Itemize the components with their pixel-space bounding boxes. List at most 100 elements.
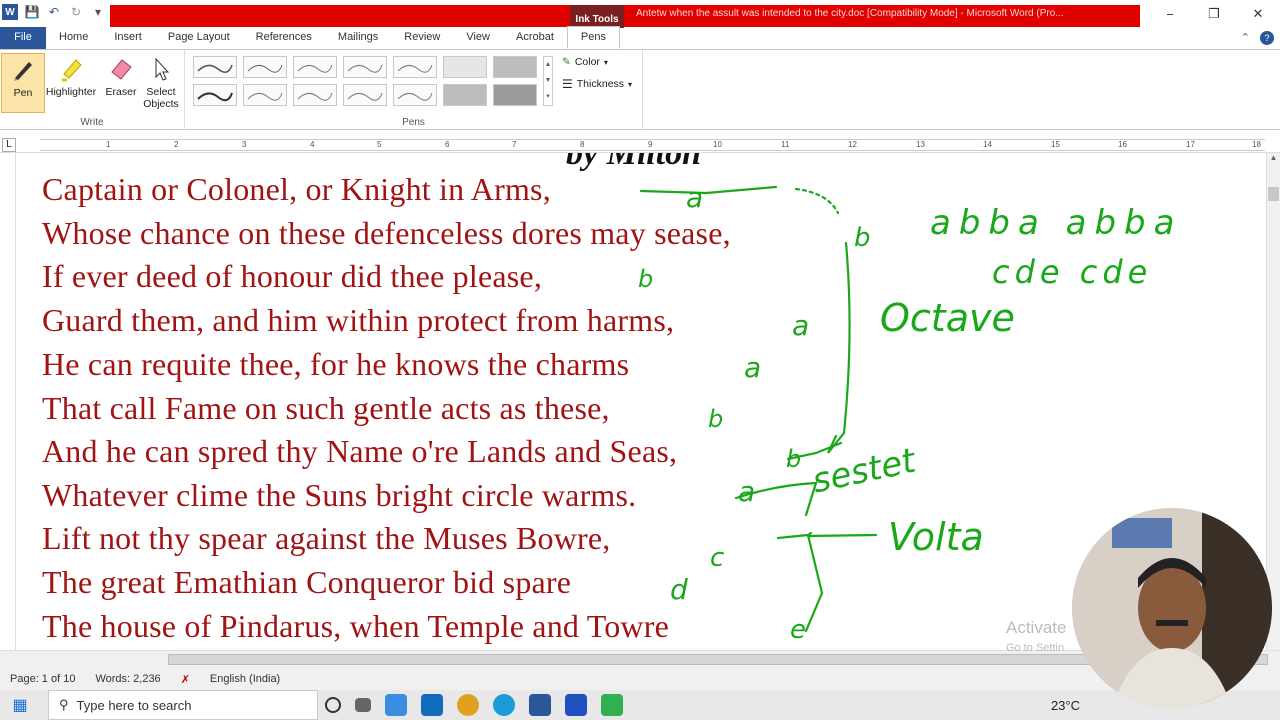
pen-style-11[interactable] xyxy=(343,84,387,106)
pen-style-12[interactable] xyxy=(393,84,437,106)
word-count[interactable]: Words: 2,236 xyxy=(85,673,170,685)
poem-line-3: If ever deed of honour did thee please, xyxy=(42,258,543,294)
pen-style-9[interactable] xyxy=(243,84,287,106)
sestet-label: sestet xyxy=(808,440,919,502)
tab-review[interactable]: Review xyxy=(391,27,453,49)
rhyme-letter-b4: b xyxy=(786,445,802,473)
tab-page-layout[interactable]: Page Layout xyxy=(155,27,243,49)
pen-style-10[interactable] xyxy=(293,84,337,106)
quick-access-toolbar: W 💾 ↶ ↻ ▾ xyxy=(0,4,106,20)
poem-line-5: He can requite thee, for he knows the ch… xyxy=(42,346,630,382)
pen-style-6[interactable] xyxy=(443,56,487,78)
rhyme-letter-b3: b xyxy=(708,405,724,433)
customize-qat-icon[interactable]: ▾ xyxy=(90,4,106,20)
highlighter-button[interactable]: Highlighter xyxy=(45,53,97,113)
copilot-icon[interactable] xyxy=(385,694,407,716)
ruler-number: 1 xyxy=(106,140,111,149)
horizontal-ruler[interactable]: L 1 2 3 4 5 6 7 8 9 10 11 12 13 14 15 16… xyxy=(0,137,1280,153)
ruler-number: 3 xyxy=(242,140,247,149)
chevron-down-icon: ▾ xyxy=(628,79,633,89)
window-title: Antetw when the assult was intended to t… xyxy=(636,8,1064,19)
rhyme-scheme-line-2: cde cde xyxy=(992,253,1153,291)
thickness-icon: ☰ xyxy=(562,77,573,91)
highlighter-icon xyxy=(62,59,82,82)
eraser-button[interactable]: Eraser xyxy=(99,53,143,113)
poem-line-6: That call Fame on such gentle acts as th… xyxy=(42,390,610,426)
gallery-scroll[interactable]: ▲ ▼ ▾ xyxy=(543,56,553,106)
vertical-scrollbar[interactable]: ▲ xyxy=(1266,153,1280,650)
windows-start-icon[interactable]: ▦ xyxy=(0,695,40,715)
cortana-icon[interactable] xyxy=(325,697,341,713)
tab-selector[interactable]: L xyxy=(2,138,16,152)
tab-pens[interactable]: Pens xyxy=(566,26,620,49)
tab-mailings[interactable]: Mailings xyxy=(325,27,391,49)
scroll-thumb[interactable] xyxy=(1268,187,1279,201)
page-count[interactable]: Page: 1 of 10 xyxy=(0,673,85,685)
outlook-icon[interactable] xyxy=(421,694,443,716)
status-bar: Page: 1 of 10 Words: 2,236 ✗ English (In… xyxy=(0,668,1280,690)
poem-line-1: Captain or Colonel, or Knight in Arms, xyxy=(42,171,551,207)
thickness-dropdown[interactable]: ☰ Thickness ▾ xyxy=(562,77,632,91)
rhyme-letter-a3: a xyxy=(744,351,762,384)
word-taskbar-icon[interactable] xyxy=(529,694,551,716)
chrome-icon[interactable] xyxy=(457,694,479,716)
volta-label: Volta xyxy=(888,515,984,559)
pen-style-4[interactable] xyxy=(343,56,387,78)
pens-group-label: Pens xyxy=(402,117,425,128)
tab-insert[interactable]: Insert xyxy=(101,27,155,49)
octave-label: Octave xyxy=(880,296,1015,340)
pen-style-1[interactable] xyxy=(193,56,237,78)
tab-references[interactable]: References xyxy=(243,27,325,49)
pen-style-8[interactable] xyxy=(193,84,237,106)
tab-view[interactable]: View xyxy=(453,27,503,49)
scroll-up-icon[interactable]: ▲ xyxy=(1267,153,1280,167)
minimize-button[interactable]: − xyxy=(1148,0,1192,28)
proofing-icon[interactable]: ✗ xyxy=(171,673,200,686)
ruler-number: 14 xyxy=(983,140,992,149)
title-bar: W 💾 ↶ ↻ ▾ Ink Tools Antetw when the assu… xyxy=(0,0,1280,33)
pen-style-5[interactable] xyxy=(393,56,437,78)
pen-style-13[interactable] xyxy=(443,84,487,106)
tab-file[interactable]: File xyxy=(0,27,46,49)
restore-button[interactable]: ❐ xyxy=(1192,0,1236,28)
pen-style-2[interactable] xyxy=(243,56,287,78)
redo-icon[interactable]: ↻ xyxy=(68,4,84,20)
cursor-icon xyxy=(155,57,170,81)
ruler-number: 6 xyxy=(445,140,450,149)
rhyme-letter-e: e xyxy=(790,615,806,645)
pen-style-14[interactable] xyxy=(493,84,537,106)
language-indicator[interactable]: English (India) xyxy=(200,673,290,685)
save-icon[interactable]: 💾 xyxy=(24,4,40,20)
color-dropdown[interactable]: ✎ Color ▾ xyxy=(562,56,608,68)
pen-icon xyxy=(14,62,32,81)
help-icon[interactable]: ? xyxy=(1260,31,1274,45)
tab-home[interactable]: Home xyxy=(46,27,101,49)
rhyme-letter-b1: b xyxy=(854,223,871,253)
ruler-number: 18 xyxy=(1252,140,1261,149)
heading-fragment: by Milton xyxy=(566,153,702,172)
app-icon-green[interactable] xyxy=(601,694,623,716)
tab-acrobat[interactable]: Acrobat xyxy=(503,27,567,49)
ruler-number: 16 xyxy=(1118,140,1127,149)
collapse-ribbon-icon[interactable]: ⌃ xyxy=(1241,31,1250,45)
pen-button[interactable]: Pen xyxy=(1,53,45,113)
ruler-number: 5 xyxy=(377,140,382,149)
task-view-icon[interactable] xyxy=(355,698,371,712)
rhyme-letter-c: c xyxy=(710,543,725,573)
ruler-number: 13 xyxy=(916,140,925,149)
pen-style-3[interactable] xyxy=(293,56,337,78)
app-icon-blue[interactable] xyxy=(565,694,587,716)
taskbar-search-box[interactable]: ⚲ Type here to search xyxy=(48,690,318,720)
weather-temperature[interactable]: 23°C xyxy=(1051,698,1080,713)
vertical-ruler[interactable] xyxy=(0,153,16,650)
close-button[interactable]: ✕ xyxy=(1236,0,1280,28)
rhyme-letter-d: d xyxy=(670,573,688,606)
pen-style-7[interactable] xyxy=(493,56,537,78)
undo-icon[interactable]: ↶ xyxy=(46,4,62,20)
select-objects-button[interactable]: Select Objects xyxy=(139,53,183,113)
poem-line-11: The house of Pindarus, when Temple and T… xyxy=(42,608,670,644)
edge-icon[interactable] xyxy=(493,694,515,716)
search-icon: ⚲ xyxy=(59,697,69,712)
chevron-down-icon: ▾ xyxy=(603,57,608,67)
word-app-icon[interactable]: W xyxy=(2,4,18,20)
